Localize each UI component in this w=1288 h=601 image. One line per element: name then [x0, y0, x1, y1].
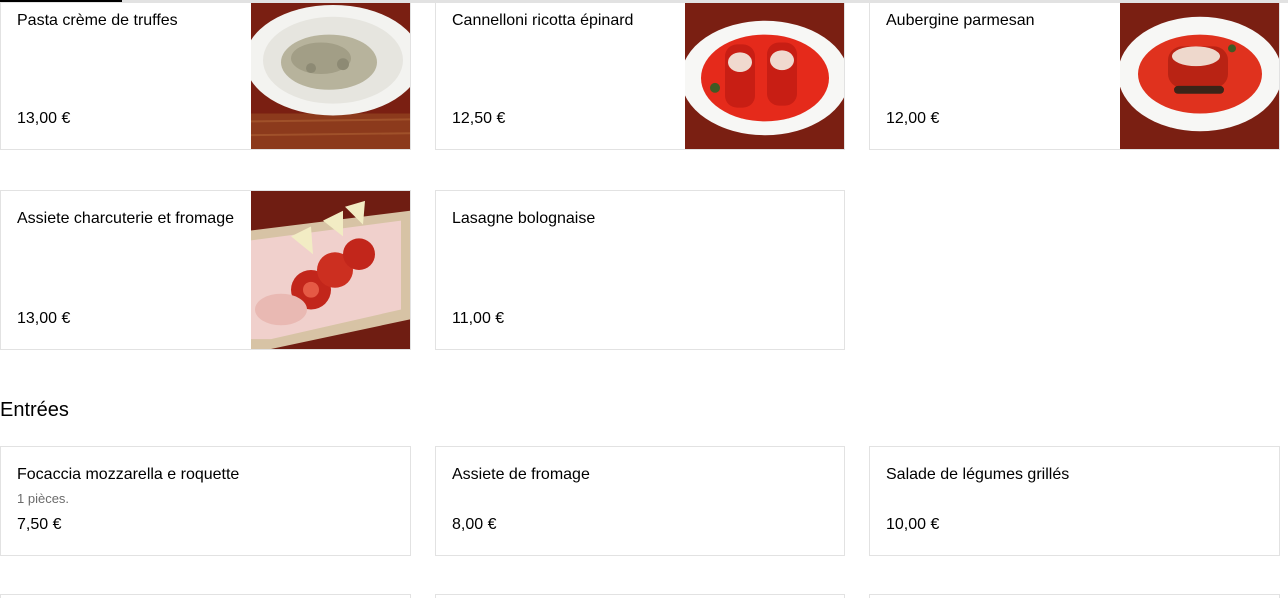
- menu-item-name: Pasta crème de truffes: [17, 12, 178, 29]
- menu-item-card-partial[interactable]: [435, 594, 845, 598]
- menu-item-card[interactable]: Pasta crème de truffes 13,00 €: [0, 2, 411, 150]
- menu-item-card[interactable]: Cannelloni ricotta épinard 12,50 €: [435, 2, 845, 150]
- menu-item-card[interactable]: Focaccia mozzarella e roquette 1 pièces.…: [0, 446, 411, 556]
- menu-item-card-partial[interactable]: [0, 594, 411, 598]
- charcuterie-board-photo: [251, 191, 410, 349]
- menu-item-name: Aubergine parmesan: [886, 12, 1035, 29]
- menu-item-name: Cannelloni ricotta épinard: [452, 12, 634, 29]
- section-title-entrees: Entrées: [0, 399, 69, 421]
- menu-item-name: Salade de légumes grillés: [886, 466, 1070, 483]
- menu-item-name: Assiete de fromage: [452, 466, 590, 483]
- truffle-pasta-photo: [251, 3, 410, 149]
- menu-item-name: Focaccia mozzarella e roquette: [17, 466, 240, 483]
- menu-item-price: 13,00 €: [17, 310, 71, 327]
- cannelloni-photo: [685, 3, 844, 149]
- menu-item-card[interactable]: Lasagne bolognaise 11,00 €: [435, 190, 845, 350]
- menu-item-card[interactable]: Assiete de fromage 8,00 €: [435, 446, 845, 556]
- menu-item-card-partial[interactable]: [869, 594, 1280, 598]
- menu-item-price: 12,50 €: [452, 110, 506, 127]
- menu-item-price: 11,00 €: [452, 310, 505, 327]
- menu-item-description: 1 pièces.: [17, 491, 70, 506]
- menu-item-price: 10,00 €: [886, 516, 940, 533]
- menu-item-card[interactable]: Assiete charcuterie et fromage 13,00 €: [0, 190, 411, 350]
- menu-item-name: Assiete charcuterie et fromage: [17, 210, 234, 227]
- menu-item-card[interactable]: Aubergine parmesan 12,00 €: [869, 2, 1280, 150]
- menu-item-card[interactable]: Salade de légumes grillés 10,00 €: [869, 446, 1280, 556]
- aubergine-parmesan-photo: [1120, 3, 1279, 149]
- menu-item-price: 7,50 €: [17, 516, 62, 533]
- menu-item-price: 13,00 €: [17, 110, 71, 127]
- menu-item-price: 8,00 €: [452, 516, 497, 533]
- menu-item-price: 12,00 €: [886, 110, 940, 127]
- menu-item-name: Lasagne bolognaise: [452, 210, 596, 227]
